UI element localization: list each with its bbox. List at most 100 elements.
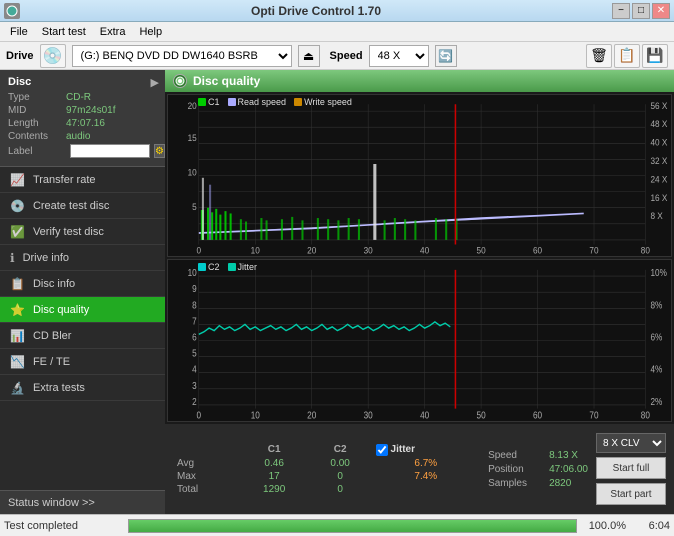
svg-text:15: 15 — [188, 133, 197, 144]
jitter-label: Jitter — [391, 444, 415, 455]
create-disc-icon: 💿 — [10, 199, 25, 213]
eject-button[interactable]: ⏏ — [298, 45, 320, 67]
drive-bar: Drive 💿 (G:) BENQ DVD DD DW1640 BSRB ⏏ S… — [0, 42, 674, 70]
label-input[interactable] — [70, 144, 150, 158]
svg-text:2%: 2% — [650, 396, 662, 407]
speed-info: Speed 8.13 X Position 47:06.00 Samples 2… — [488, 450, 588, 489]
speed-label: Speed — [330, 50, 363, 62]
save-icon[interactable]: 💾 — [642, 44, 668, 68]
svg-text:30: 30 — [364, 245, 373, 256]
speed-row: Speed 8.13 X — [488, 450, 588, 461]
menu-help[interactable]: Help — [133, 25, 168, 39]
svg-text:40: 40 — [420, 410, 429, 421]
disc-type-key: Type — [8, 92, 66, 103]
menu-bar: File Start test Extra Help — [0, 22, 674, 42]
svg-text:40 X: 40 X — [650, 137, 667, 148]
svg-text:30: 30 — [364, 410, 373, 421]
col-header-c2: C2 — [309, 443, 372, 457]
refresh-button[interactable]: 🔄 — [435, 45, 457, 67]
speed-label-stat: Speed — [488, 450, 543, 461]
start-full-button[interactable]: Start full — [596, 457, 666, 479]
svg-text:80: 80 — [641, 245, 650, 256]
svg-text:2: 2 — [192, 396, 197, 407]
row-total-label: Total — [173, 483, 240, 496]
top-chart-legend: C1 Read speed Write speed — [198, 97, 352, 107]
sidebar-item-create-test-disc[interactable]: 💿 Create test disc — [0, 193, 165, 219]
svg-text:8 X: 8 X — [650, 211, 662, 222]
menu-extra[interactable]: Extra — [94, 25, 132, 39]
legend-read-speed: Read speed — [228, 97, 287, 107]
svg-text:8%: 8% — [650, 300, 662, 311]
disc-type-val: CD-R — [66, 92, 91, 103]
svg-text:80: 80 — [641, 410, 650, 421]
progress-bar-container — [128, 519, 577, 533]
svg-text:70: 70 — [589, 410, 598, 421]
svg-text:24 X: 24 X — [650, 174, 667, 185]
disc-type-row: Type CD-R — [8, 92, 157, 103]
sidebar: Disc ▶ Type CD-R MID 97m24s01f Length 47… — [0, 70, 165, 514]
svg-text:5: 5 — [192, 348, 197, 359]
sidebar-item-transfer-rate[interactable]: 📈 Transfer rate — [0, 167, 165, 193]
sidebar-item-drive-info[interactable]: ℹ Drive info — [0, 245, 165, 271]
disc-arrow-icon[interactable]: ▶ — [151, 76, 159, 89]
erase-icon[interactable]: 🗑 — [586, 44, 612, 68]
svg-text:5: 5 — [192, 202, 197, 213]
bottom-chart-svg: 10 9 8 7 6 5 4 3 2 10% 8% 6% 4% 2% 0 — [168, 260, 671, 421]
disc-mid-val: 97m24s01f — [66, 105, 115, 116]
samples-value: 2820 — [549, 478, 571, 489]
sidebar-item-disc-info[interactable]: 📋 Disc info — [0, 271, 165, 297]
sidebar-item-label: Transfer rate — [33, 174, 96, 186]
sidebar-item-label: Disc info — [33, 278, 75, 290]
speed-select[interactable]: 48 X — [369, 45, 429, 67]
label-btn[interactable]: ⚙ — [154, 144, 165, 158]
menu-file[interactable]: File — [4, 25, 34, 39]
cd-bler-icon: 📊 — [10, 329, 25, 343]
fe-te-icon: 📉 — [10, 355, 25, 369]
svg-text:10: 10 — [188, 167, 197, 178]
progress-percentage: 100.0% — [581, 520, 626, 532]
row-avg-jitter: 6.7% — [372, 457, 481, 470]
sidebar-item-disc-quality[interactable]: ⭐ Disc quality — [0, 297, 165, 323]
app-icon — [4, 3, 20, 19]
maximize-button[interactable]: □ — [632, 3, 650, 19]
sidebar-item-cd-bler[interactable]: 📊 CD Bler — [0, 323, 165, 349]
svg-text:10%: 10% — [650, 267, 666, 278]
transfer-rate-icon: 📈 — [10, 173, 25, 187]
speed-value-stat: 8.13 X — [549, 450, 578, 461]
samples-row: Samples 2820 — [488, 478, 588, 489]
menu-start-test[interactable]: Start test — [36, 25, 92, 39]
sidebar-item-label: Verify test disc — [33, 226, 104, 238]
sidebar-item-verify-test-disc[interactable]: ✅ Verify test disc — [0, 219, 165, 245]
disc-length-key: Length — [8, 118, 66, 129]
svg-text:0: 0 — [197, 410, 202, 421]
window-title: Opti Drive Control 1.70 — [20, 4, 612, 18]
sidebar-item-fe-te[interactable]: 📉 FE / TE — [0, 349, 165, 375]
progress-bar-fill — [129, 520, 576, 532]
svg-text:4: 4 — [192, 364, 197, 375]
copy-icon[interactable]: 📋 — [614, 44, 640, 68]
minimize-button[interactable]: − — [612, 3, 630, 19]
drive-select[interactable]: (G:) BENQ DVD DD DW1640 BSRB — [72, 45, 292, 67]
close-button[interactable]: ✕ — [652, 3, 670, 19]
jitter-checkbox[interactable] — [376, 444, 388, 456]
col-header-c1: C1 — [240, 443, 309, 457]
svg-text:6%: 6% — [650, 332, 662, 343]
status-window-button[interactable]: Status window >> — [0, 490, 165, 514]
sidebar-item-label: FE / TE — [33, 356, 70, 368]
start-part-button[interactable]: Start part — [596, 483, 666, 505]
chart-header: Disc quality — [165, 70, 674, 92]
clv-select[interactable]: 8 X CLV 4 X CLV 12 X CLV — [596, 433, 666, 453]
svg-text:10: 10 — [251, 410, 260, 421]
disc-quality-icon: ⭐ — [10, 303, 25, 317]
row-max-jitter: 7.4% — [372, 470, 481, 483]
svg-text:8: 8 — [192, 300, 197, 311]
disc-length-row: Length 47:07.16 — [8, 118, 157, 129]
window-controls: − □ ✕ — [612, 3, 670, 19]
disc-label-key: Label — [8, 146, 66, 157]
svg-text:50: 50 — [477, 410, 486, 421]
disc-mid-key: MID — [8, 105, 66, 116]
top-chart-svg: 20 15 10 5 56 X 48 X 40 X 32 X 24 X 16 X… — [168, 95, 671, 256]
sidebar-item-extra-tests[interactable]: 🔬 Extra tests — [0, 375, 165, 401]
svg-text:0: 0 — [197, 245, 202, 256]
row-avg-c2: 0.00 — [309, 457, 372, 470]
